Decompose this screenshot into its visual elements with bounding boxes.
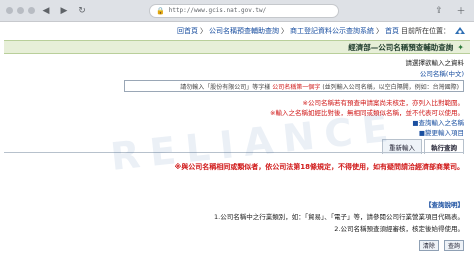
query-button[interactable]: 查詢 — [443, 240, 464, 251]
link-change-items[interactable]: ■變更輸入項目 — [419, 127, 464, 137]
site-logo-icon — [455, 27, 465, 34]
address-bar[interactable]: 🔒 http://www.gcis.nat.gov.tw/ — [149, 3, 339, 18]
instruction-2: 2.公司名稱預查須經審核，核定後始得使用。 — [334, 225, 464, 233]
breadcrumb-separator: 〉 — [376, 27, 383, 35]
url-text: http://www.gcis.nat.gov.tw/ — [168, 7, 267, 14]
breadcrumb-home-link[interactable]: 首頁 — [385, 26, 399, 36]
input-hint: (並列輸入公司名稱，以空白隔開，例如：台灣國際) — [322, 83, 459, 91]
close-window-icon[interactable] — [6, 7, 13, 14]
instruction-1: 1.公司名稱中之行業類別，如：「貿易」、「電子」等，請參閱公司行業營業項目代碼表… — [214, 213, 464, 221]
share-icon[interactable]: ⇪ — [432, 4, 446, 18]
input-hint-tail: 請勿輸入「股份有限公司」等字樣 — [180, 83, 271, 91]
breadcrumb-crumb-2[interactable]: 公司名稱預查輔助查詢 — [209, 26, 279, 36]
minimize-window-icon[interactable] — [17, 7, 24, 14]
breadcrumb-separator: 〉 — [200, 27, 207, 35]
link-query-name[interactable]: ■查詢輸入之名稱 — [412, 117, 464, 127]
warning-text: ※與公司名稱相同或類似者，依公司法第18條規定，不得使用，如有疑問請洽經濟部商業… — [174, 163, 464, 171]
action-buttons: 清除 查詢 — [416, 240, 464, 251]
back-arrow-icon[interactable]: ◀ — [39, 4, 53, 18]
help-section-title: 【查詢說明】 — [425, 201, 464, 209]
reload-icon[interactable]: ↻ — [75, 4, 89, 18]
breadcrumb-separator: 〉 — [281, 27, 288, 35]
page-title-bar: 經濟部—公司名稱預查輔助查詢 ✦ — [4, 40, 470, 54]
breadcrumb-crumb-1[interactable]: 商工登記資料公示查詢系統 — [290, 26, 374, 36]
page-title: 經濟部—公司名稱預查輔助查詢 — [348, 42, 454, 52]
maximize-window-icon[interactable] — [28, 7, 35, 14]
breadcrumb: 回首頁 〉 公司名稱預查輔助查詢 〉 商工登記資料公示查詢系統 〉 首頁 目前所… — [0, 22, 474, 40]
window-controls — [6, 7, 35, 14]
browser-toolbar: ◀ ▶ ↻ 🔒 http://www.gcis.nat.gov.tw/ ⇪ ＋ — [0, 0, 474, 22]
title-leaf-icon: ✦ — [457, 42, 464, 52]
lock-icon: 🔒 — [156, 6, 165, 15]
company-name-label: 公司名稱(中文) — [419, 70, 464, 78]
select-data-label: 請選擇欲輸入之資料 — [405, 59, 465, 67]
clear-button[interactable]: 清除 — [418, 240, 439, 251]
breadcrumb-home[interactable]: 回首頁 — [177, 26, 198, 36]
breadcrumb-label: 目前所在位置： — [401, 27, 450, 35]
input-hint-red: 公司名稱第一個字 — [272, 83, 321, 91]
company-name-input[interactable]: 請勿輸入「股份有限公司」等字樣 公司名稱第一個字 (並列輸入公司名稱，以空白隔開… — [124, 80, 464, 92]
forward-arrow-icon[interactable]: ▶ — [57, 4, 71, 18]
new-tab-icon[interactable]: ＋ — [454, 4, 468, 18]
